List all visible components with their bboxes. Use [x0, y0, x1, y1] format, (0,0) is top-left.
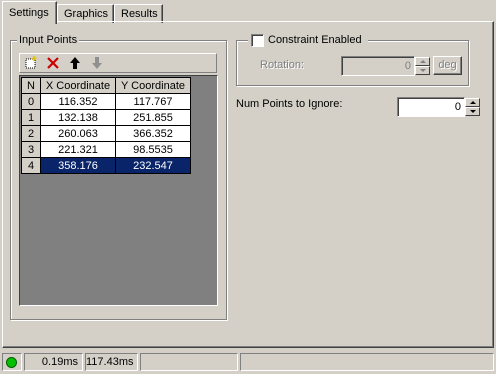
- column-header-n[interactable]: N: [21, 77, 41, 94]
- x-coordinate-cell[interactable]: 358.176: [40, 157, 116, 174]
- status-led-icon: [6, 357, 17, 368]
- status-time1-panel: 0.19ms: [24, 353, 83, 371]
- status-time2: 117.43ms: [86, 356, 134, 368]
- rotation-spinner[interactable]: [415, 57, 430, 75]
- x-coordinate-cell[interactable]: 221.321: [40, 141, 116, 158]
- row-number-cell[interactable]: 3: [21, 141, 41, 158]
- y-coordinate-cell[interactable]: 366.352: [115, 125, 191, 142]
- table-row[interactable]: 2 260.063 366.352: [21, 125, 191, 142]
- status-time1: 0.19ms: [41, 356, 78, 368]
- x-coordinate-cell[interactable]: 260.063: [40, 125, 116, 142]
- status-bar: 0.19ms 117.43ms: [0, 352, 496, 374]
- delete-x-icon: [47, 57, 59, 69]
- new-item-icon: [25, 56, 37, 69]
- column-header-y[interactable]: Y Coordinate: [115, 77, 191, 94]
- num-points-spin-down[interactable]: [465, 107, 480, 116]
- arrow-up-icon: [70, 57, 80, 69]
- new-item-button[interactable]: [23, 55, 39, 71]
- rotation-input[interactable]: 0: [341, 56, 415, 76]
- row-number-cell[interactable]: 0: [21, 93, 41, 110]
- status-time2-panel: 117.43ms: [85, 353, 138, 371]
- row-number-cell[interactable]: 2: [21, 125, 41, 142]
- deg-unit-button[interactable]: deg: [433, 56, 462, 75]
- rotation-value: 0: [404, 60, 411, 72]
- num-points-ignore-input[interactable]: 0: [397, 97, 465, 117]
- tab-results-label: Results: [121, 8, 158, 20]
- x-coordinate-cell[interactable]: 116.352: [40, 93, 116, 110]
- input-points-title: Input Points: [17, 34, 80, 46]
- status-indicator-panel: [2, 353, 22, 371]
- table-row[interactable]: 0 116.352 117.767: [21, 93, 191, 110]
- column-header-x[interactable]: X Coordinate: [40, 77, 116, 94]
- chevron-down-icon: [469, 110, 476, 113]
- tab-graphics-label: Graphics: [64, 8, 109, 20]
- table-row[interactable]: 1 132.138 251.855: [21, 109, 191, 126]
- chevron-up-icon: [419, 60, 426, 63]
- y-coordinate-cell[interactable]: 232.547: [115, 157, 191, 174]
- move-down-button[interactable]: [89, 55, 105, 71]
- x-coordinate-cell[interactable]: 132.138: [40, 109, 116, 126]
- y-coordinate-cell[interactable]: 251.855: [115, 109, 191, 126]
- tab-settings-label: Settings: [9, 7, 49, 19]
- move-up-button[interactable]: [67, 55, 83, 71]
- row-number-cell[interactable]: 1: [21, 109, 41, 126]
- row-number-cell[interactable]: 4: [21, 157, 41, 174]
- delete-button[interactable]: [45, 55, 61, 71]
- num-points-spin-up[interactable]: [465, 98, 480, 107]
- points-toolbar: [19, 53, 217, 73]
- chevron-down-icon: [419, 69, 426, 72]
- deg-unit-label: deg: [438, 59, 457, 71]
- rotation-spin-down[interactable]: [415, 66, 430, 75]
- rotation-label: Rotation:: [260, 59, 305, 71]
- status-empty-panel-1: [140, 353, 238, 371]
- num-points-ignore-value: 0: [454, 101, 461, 113]
- constraint-legend: Constraint Enabled: [248, 33, 368, 47]
- num-points-ignore-label: Num Points to Ignore:: [236, 98, 343, 110]
- constraint-enabled-label[interactable]: Constraint Enabled: [268, 34, 362, 46]
- table-header-row: N X Coordinate Y Coordinate: [21, 77, 191, 94]
- points-grid: N X Coordinate Y Coordinate 0 116.352 11…: [19, 75, 218, 306]
- rotation-spin-up[interactable]: [415, 57, 430, 66]
- table-row[interactable]: 3 221.321 98.5535: [21, 141, 191, 158]
- constraint-enabled-checkbox[interactable]: [251, 34, 264, 47]
- y-coordinate-cell[interactable]: 117.767: [115, 93, 191, 110]
- table-row-selected[interactable]: 4 358.176 232.547: [21, 157, 191, 174]
- points-table: N X Coordinate Y Coordinate 0 116.352 11…: [21, 77, 191, 174]
- tab-settings[interactable]: Settings: [2, 1, 57, 24]
- y-coordinate-cell[interactable]: 98.5535: [115, 141, 191, 158]
- arrow-down-icon: [92, 57, 102, 69]
- status-empty-panel-2: [240, 353, 494, 371]
- chevron-up-icon: [469, 101, 476, 104]
- num-points-spinner[interactable]: [465, 98, 480, 116]
